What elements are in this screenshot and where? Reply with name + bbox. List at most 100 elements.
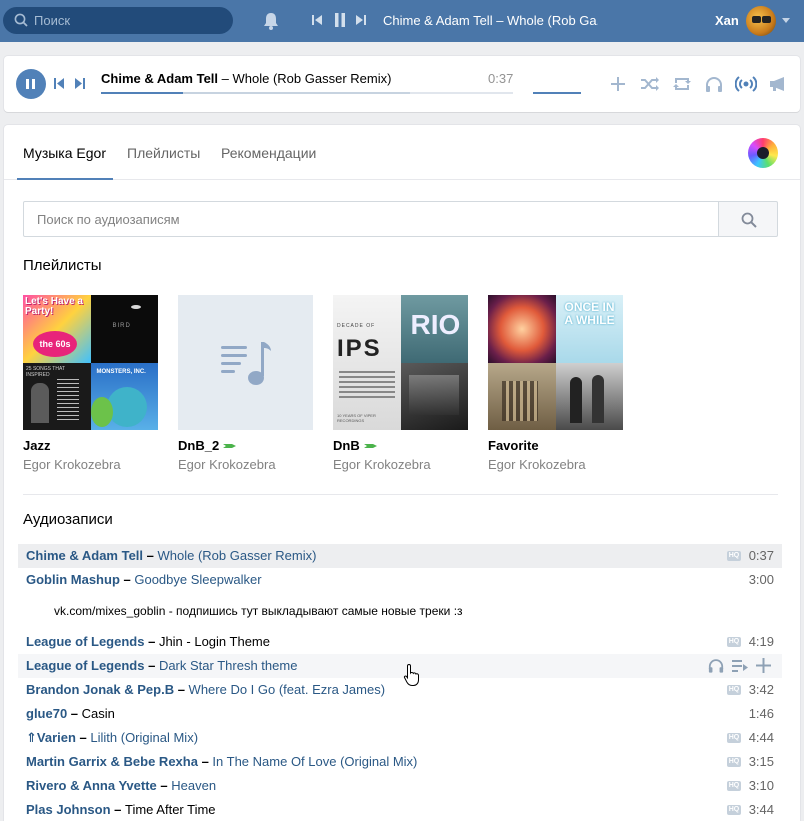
playlist-cover[interactable] [178,295,313,430]
track-title[interactable]: Time After Time [125,802,216,817]
playlist-card[interactable]: DnB_2 Egor Krokozebra [178,295,313,472]
track-title[interactable]: In The Name Of Love (Original Mix) [212,754,417,769]
global-search[interactable]: Поиск [3,7,233,34]
music-page: Музыка Egor Плейлисты Рекомендации Поиск… [4,125,800,821]
tab-playlists[interactable]: Плейлисты [127,145,200,161]
track-artist[interactable]: Goblin Mashup [26,572,120,587]
track-dash: – [75,730,91,745]
track-row[interactable]: Rivero & Anna Yvette – Heaven HQ 3:10 [18,774,782,798]
track-title[interactable]: Dark Star Thresh theme [159,658,297,673]
track-artist[interactable]: Rivero & Anna Yvette [26,778,157,793]
add-icon[interactable] [602,73,634,95]
tab-recommendations[interactable]: Рекомендации [221,145,316,161]
shuffle-icon[interactable] [634,73,666,95]
playlist-owner[interactable]: Egor Krokozebra [488,457,623,472]
track-row[interactable]: Goblin Mashup – Goodbye Sleepwalker 3:00 [18,568,782,592]
avatar[interactable] [746,6,776,36]
bell-icon[interactable] [262,11,280,31]
player-artist[interactable]: Chime & Adam Tell [101,71,218,86]
prev-track-icon[interactable] [54,78,64,89]
track-row[interactable]: glue70 – Casin 1:46 [18,702,782,726]
cover-text: Let's Have a Party! [25,296,83,317]
next-track-icon[interactable] [356,14,366,26]
playlist-card[interactable]: Let's Have a Party! the 60s BIRD 25 SONG… [23,295,158,472]
track-row[interactable]: Chime & Adam Tell – Whole (Rob Gasser Re… [18,544,782,568]
audio-search-button[interactable] [718,201,778,237]
player-time[interactable]: 0:37 [488,71,513,86]
top-header: Поиск Chime & Adam Tell – Whole (Rob Ga.… [0,0,804,42]
cover-tile [488,295,556,363]
track-row[interactable]: ⇑Varien – Lilith (Original Mix) HQ 4:44 [18,726,782,750]
volume-slider[interactable] [533,92,581,94]
track-artist[interactable]: glue70 [26,706,67,721]
playlist-name[interactable]: Jazz [23,438,158,453]
cover-tile: BIRD [90,295,158,363]
track-title[interactable]: Goodbye Sleepwalker [134,572,261,587]
play-pause-button[interactable] [16,69,46,99]
tabs-bar: Музыка Egor Плейлисты Рекомендации [4,125,800,180]
player-track-title[interactable]: Chime & Adam Tell – Whole (Rob Gasser Re… [101,71,411,86]
playlist-owner[interactable]: Egor Krokozebra [178,457,313,472]
track-artist[interactable]: Brandon Jonak & Pep.B [26,682,174,697]
track-title[interactable]: Heaven [171,778,216,793]
owner-avatar[interactable] [748,138,778,168]
audio-search-input[interactable]: Поиск по аудиозаписям [23,201,719,237]
header-now-playing[interactable]: Chime & Adam Tell – Whole (Rob Ga... [383,13,598,28]
track-artist[interactable]: Chime & Adam Tell [26,548,143,563]
chevron-down-icon[interactable] [782,18,790,23]
play-next-icon[interactable] [732,658,748,673]
tab-my-music[interactable]: Музыка Egor [23,145,106,161]
playlist-name-text[interactable]: DnB_2 [178,438,219,453]
track-artist[interactable]: League of Legends [26,658,144,673]
playlist-card[interactable]: ONCE IN A WHILE Favorite Egor Krokozebra [488,295,623,472]
track-row[interactable]: League of Legends – Jhin - Login Theme H… [18,630,782,654]
track-title[interactable]: Jhin - Login Theme [159,634,270,649]
broadcast-icon[interactable] [730,73,762,95]
playlist-cover[interactable]: DECADE OF IPS 10 YEARS OF VIPER RECORDIN… [333,295,468,430]
progress-bar[interactable] [101,92,513,94]
playlist-owner[interactable]: Egor Krokozebra [23,457,158,472]
playlist-cover[interactable]: Let's Have a Party! the 60s BIRD 25 SONG… [23,295,158,430]
cover-tile: DECADE OF IPS 10 YEARS OF VIPER RECORDIN… [333,295,401,430]
track-label: Rivero & Anna Yvette – Heaven [26,774,216,798]
cover-text: 25 SONGS THAT INSPIRED [26,365,65,378]
user-name[interactable]: Xan [715,13,739,28]
playlist-cover[interactable]: ONCE IN A WHILE [488,295,623,430]
cover-tile: RIO [400,295,468,363]
track-title[interactable]: Lilith (Original Mix) [90,730,198,745]
playlist-card[interactable]: DECADE OF IPS 10 YEARS OF VIPER RECORDIN… [333,295,468,472]
megaphone-icon[interactable] [762,73,794,95]
hq-badge: HQ [727,805,741,815]
track-title[interactable]: Whole (Rob Gasser Remix) [158,548,317,563]
track-row[interactable]: Brandon Jonak & Pep.B – Where Do I Go (f… [18,678,782,702]
track-row[interactable]: Plas Johnson – Time After Time HQ 3:44 [18,798,782,821]
search-icon [741,212,757,228]
track-title[interactable]: Casin [82,706,115,721]
playlist-name-text[interactable]: DnB [333,438,360,453]
playlists-heading: Плейлисты [23,257,102,274]
track-artist[interactable]: ⇑Varien [26,730,76,745]
prev-track-icon[interactable] [312,14,322,26]
track-artist[interactable]: Martin Garrix & Bebe Rexha [26,754,198,769]
track-artist[interactable]: League of Legends [26,634,144,649]
playlist-name[interactable]: DnB_2 [178,438,313,453]
headphones-icon[interactable] [708,658,724,673]
playlist-name[interactable]: Favorite [488,438,623,453]
headphones-icon[interactable] [698,73,730,95]
global-search-placeholder: Поиск [34,13,71,28]
pause-icon[interactable] [334,13,346,27]
player-separator: – [218,71,233,86]
cover-tile: Let's Have a Party! the 60s [23,295,91,363]
track-title[interactable]: Where Do I Go (feat. Ezra James) [189,682,386,697]
repeat-icon[interactable] [666,73,698,95]
next-track-icon[interactable] [75,78,85,89]
playlist-owner[interactable]: Egor Krokozebra [333,457,468,472]
add-icon[interactable] [756,658,771,673]
track-label: League of Legends – Dark Star Thresh the… [26,654,297,678]
track-row[interactable]: Martin Garrix & Bebe Rexha – In The Name… [18,750,782,774]
track-row[interactable]: League of Legends – Dark Star Thresh the… [18,654,782,678]
cover-tile [400,362,468,430]
track-artist[interactable]: Plas Johnson [26,802,111,817]
playlist-name[interactable]: DnB [333,438,468,453]
playlist-placeholder-icon [221,342,271,385]
